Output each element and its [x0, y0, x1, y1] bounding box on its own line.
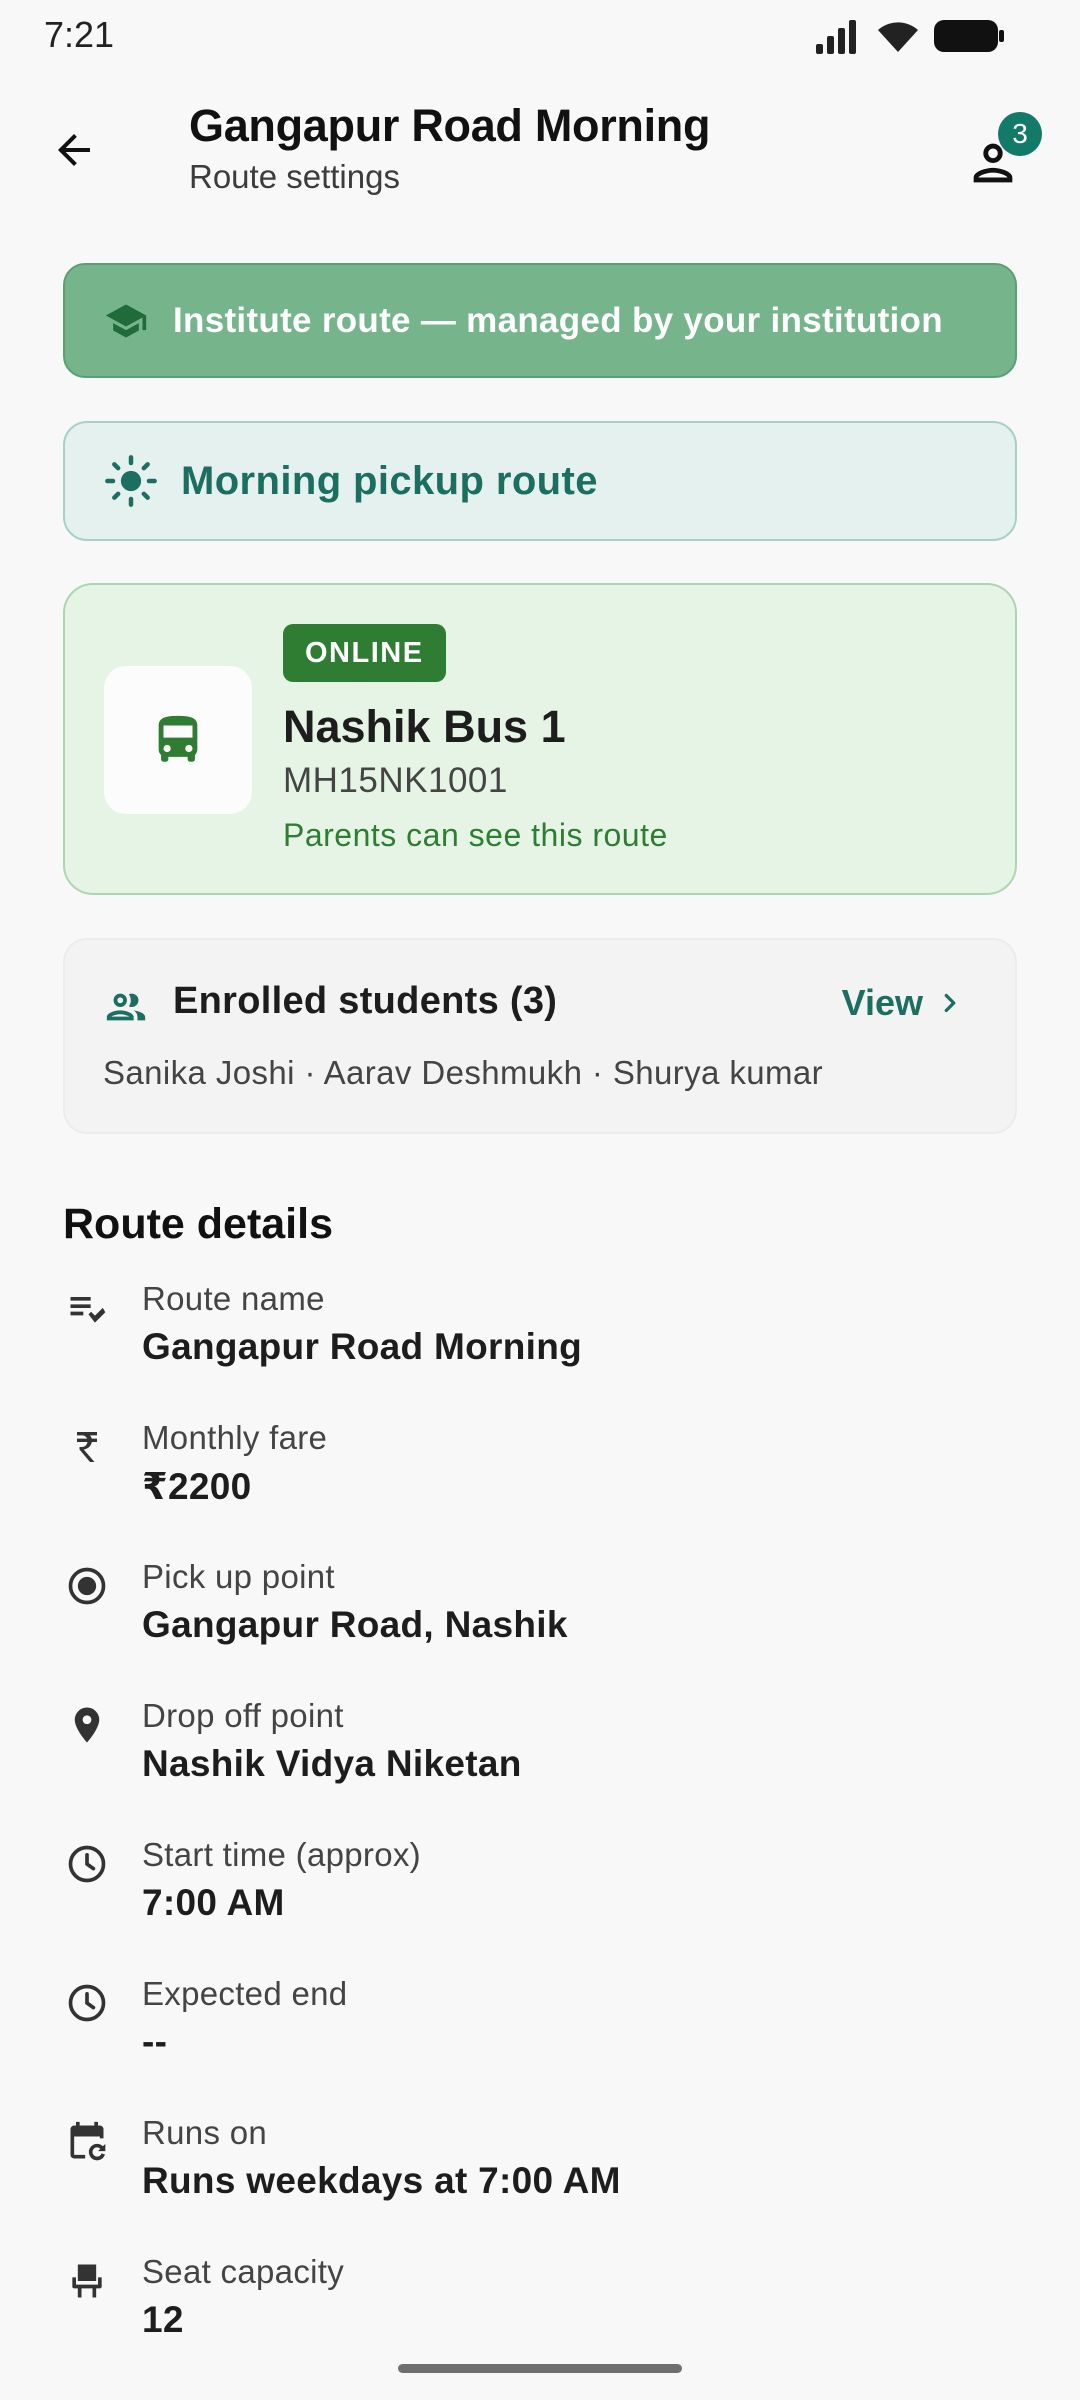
status-bar: 7:21	[0, 0, 1080, 76]
members-button[interactable]: 3	[962, 112, 1042, 192]
detail-pickup-point[interactable]: Pick up point Gangapur Road, Nashik	[63, 1558, 1017, 1678]
detail-value: Gangapur Road Morning	[142, 1326, 583, 1367]
bus-visibility-note: Parents can see this route	[283, 817, 668, 853]
bus-icon	[158, 715, 198, 762]
people-icon	[106, 993, 146, 1021]
calendar-repeat-icon	[63, 2118, 111, 2166]
enrolled-students-names: Sanika Joshi · Aarav Deshmukh · Shurya k…	[103, 1054, 824, 1091]
detail-label: Monthly fare	[142, 1419, 328, 1456]
detail-value: Gangapur Road, Nashik	[142, 1604, 568, 1645]
detail-monthly-fare[interactable]: Monthly fare ₹2200	[63, 1419, 1017, 1539]
page-title: Gangapur Road Morning	[189, 100, 711, 151]
chevron-right-icon	[944, 993, 956, 1013]
members-count-badge: 3	[998, 112, 1042, 156]
clock-icon	[63, 1840, 111, 1888]
detail-label: Route name	[142, 1280, 325, 1317]
rupee-icon	[63, 1423, 111, 1471]
detail-runs-on[interactable]: Runs on Runs weekdays at 7:00 AM	[63, 2114, 1017, 2234]
detail-value: 12	[142, 2299, 184, 2340]
arrow-back-icon	[58, 134, 90, 166]
institute-route-banner: Institute route — managed by your instit…	[63, 263, 1017, 378]
enrolled-students-title: Enrolled students (3)	[173, 980, 558, 1022]
detail-route-name[interactable]: Route name Gangapur Road Morning	[63, 1280, 1017, 1400]
wifi-icon	[876, 18, 920, 59]
detail-value: ₹2200	[142, 1466, 252, 1507]
detail-value: Runs weekdays at 7:00 AM	[142, 2160, 621, 2201]
school-cap-icon	[101, 296, 151, 346]
view-students-label: View	[841, 982, 923, 1023]
detail-start-time[interactable]: Start time (approx) 7:00 AM	[63, 1836, 1017, 1956]
radio-dot-icon	[63, 1562, 111, 1610]
detail-label: Pick up point	[142, 1558, 335, 1595]
detail-label: Seat capacity	[142, 2253, 345, 2290]
app-bar: Gangapur Road Morning Route settings 3	[0, 80, 1080, 210]
bus-name: Nashik Bus 1	[283, 701, 566, 752]
route-details-heading: Route details	[63, 1200, 333, 1248]
edit-note-icon	[63, 1284, 111, 1332]
bus-tile	[104, 666, 252, 814]
detail-label: Runs on	[142, 2114, 268, 2151]
morning-route-banner: Morning pickup route	[63, 421, 1017, 541]
detail-seat-capacity[interactable]: Seat capacity 12	[63, 2253, 1017, 2373]
detail-dropoff-point[interactable]: Drop off point Nashik Vidya Niketan	[63, 1697, 1017, 1817]
status-icons	[816, 18, 1006, 59]
seat-icon	[63, 2257, 111, 2305]
online-status-badge: ONLINE	[283, 624, 446, 682]
location-pin-icon	[63, 1701, 111, 1749]
detail-label: Expected end	[142, 1975, 348, 2012]
bus-plate-number: MH15NK1001	[283, 761, 508, 800]
view-students-link[interactable]: View	[842, 982, 965, 1024]
detail-label: Drop off point	[142, 1697, 344, 1734]
bus-card[interactable]: ONLINE Nashik Bus 1 MH15NK1001 Parents c…	[63, 583, 1017, 895]
detail-value: 7:00 AM	[142, 1882, 285, 1923]
battery-icon	[934, 18, 1006, 59]
sun-icon	[103, 453, 159, 509]
detail-expected-end[interactable]: Expected end --	[63, 1975, 1017, 2095]
institute-route-text: Institute route — managed by your instit…	[173, 300, 943, 340]
detail-value: --	[142, 2021, 168, 2062]
detail-value: Nashik Vidya Niketan	[142, 1743, 522, 1784]
status-time: 7:21	[44, 14, 115, 55]
clock-icon	[63, 1979, 111, 2027]
detail-label: Start time (approx)	[142, 1836, 421, 1873]
enrolled-students-card[interactable]: Enrolled students (3) View Sanika Joshi …	[63, 938, 1017, 1134]
cellular-signal-icon	[816, 18, 862, 59]
morning-route-text: Morning pickup route	[181, 458, 598, 503]
page-subtitle: Route settings	[189, 158, 400, 195]
home-indicator[interactable]	[398, 2364, 682, 2373]
back-button[interactable]	[44, 120, 104, 180]
